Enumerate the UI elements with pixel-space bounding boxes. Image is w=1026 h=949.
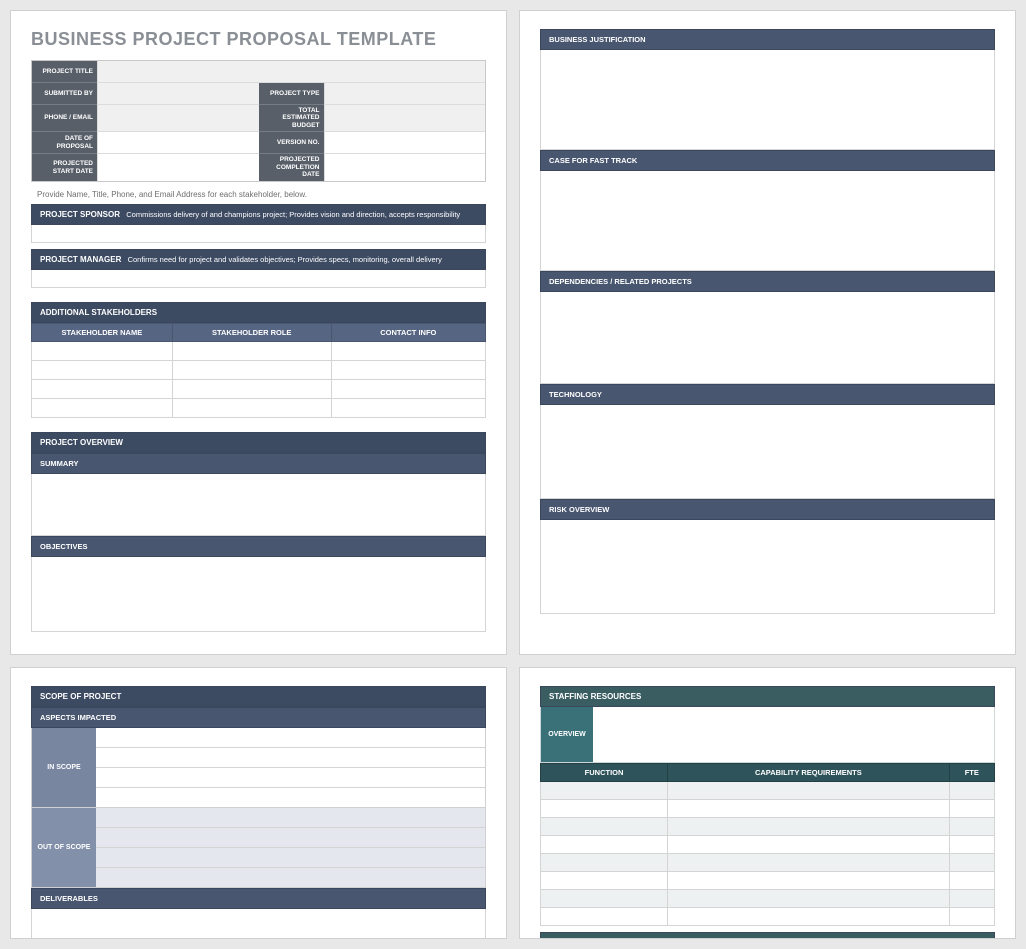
table-row[interactable]	[541, 908, 995, 926]
overview-row: OVERVIEW	[540, 707, 995, 763]
stakeholders-header: ADDITIONAL STAKEHOLDERS	[31, 302, 486, 323]
input-fast-track[interactable]	[540, 171, 995, 271]
input-date-of-proposal[interactable]	[97, 132, 259, 154]
risk-overview-header: RISK OVERVIEW	[540, 499, 995, 520]
input-overview[interactable]	[593, 707, 994, 762]
staffing-header: STAFFING RESOURCES	[540, 686, 995, 707]
table-row[interactable]	[541, 890, 995, 908]
table-row[interactable]	[32, 398, 486, 417]
out-scope-lines[interactable]	[96, 808, 485, 887]
project-overview-header: PROJECT OVERVIEW	[31, 432, 486, 453]
input-phone-email[interactable]	[97, 105, 259, 132]
label-project-type: PROJECT TYPE	[259, 83, 324, 105]
col-fte: FTE	[949, 764, 994, 782]
table-row[interactable]	[541, 818, 995, 836]
label-date-of-proposal: DATE OF PROPOSAL	[32, 132, 97, 154]
table-row[interactable]	[541, 872, 995, 890]
input-deliverables[interactable]	[31, 909, 486, 939]
label-submitted-by: SUBMITTED BY	[32, 83, 97, 105]
deliverables-header: DELIVERABLES	[31, 888, 486, 909]
project-manager-label: PROJECT MANAGER	[40, 255, 121, 264]
document-title: BUSINESS PROJECT PROPOSAL TEMPLATE	[31, 29, 486, 50]
info-grid: PROJECT TITLE SUBMITTED BY PROJECT TYPE …	[31, 60, 486, 182]
input-projected-start[interactable]	[97, 154, 259, 180]
budget-header: PROJECT BUDGET / COST OVERVIEW	[540, 932, 995, 939]
objectives-header: OBJECTIVES	[31, 536, 486, 557]
stakeholders-table: STAKEHOLDER NAME STAKEHOLDER ROLE CONTAC…	[31, 323, 486, 418]
project-sponsor-bar: PROJECT SPONSOR Commissions delivery of …	[31, 204, 486, 225]
table-row[interactable]	[32, 379, 486, 398]
table-row[interactable]	[541, 854, 995, 872]
in-scope-label: IN SCOPE	[32, 728, 96, 807]
input-project-sponsor[interactable]	[31, 225, 486, 243]
dependencies-header: DEPENDENCIES / RELATED PROJECTS	[540, 271, 995, 292]
input-objectives[interactable]	[31, 557, 486, 632]
label-version-no: VERSION NO.	[259, 132, 324, 154]
table-row[interactable]	[32, 341, 486, 360]
table-row[interactable]	[541, 836, 995, 854]
col-capability: CAPABILITY REQUIREMENTS	[668, 764, 950, 782]
summary-header: SUMMARY	[31, 453, 486, 474]
input-technology[interactable]	[540, 405, 995, 499]
input-business-justification[interactable]	[540, 50, 995, 150]
out-scope-row: OUT OF SCOPE	[31, 808, 486, 888]
input-dependencies[interactable]	[540, 292, 995, 384]
in-scope-row: IN SCOPE	[31, 728, 486, 808]
input-projected-completion[interactable]	[324, 154, 486, 180]
col-function: FUNCTION	[541, 764, 668, 782]
scope-header: SCOPE OF PROJECT	[31, 686, 486, 707]
technology-header: TECHNOLOGY	[540, 384, 995, 405]
input-project-title[interactable]	[97, 61, 485, 83]
label-project-title: PROJECT TITLE	[32, 61, 97, 83]
business-justification-header: BUSINESS JUSTIFICATION	[540, 29, 995, 50]
input-project-type[interactable]	[324, 83, 486, 105]
stakeholder-caption: Provide Name, Title, Phone, and Email Ad…	[37, 190, 484, 199]
overview-label: OVERVIEW	[541, 707, 593, 762]
page-2: BUSINESS JUSTIFICATION CASE FOR FAST TRA…	[519, 10, 1016, 655]
out-scope-label: OUT OF SCOPE	[32, 808, 96, 887]
fast-track-header: CASE FOR FAST TRACK	[540, 150, 995, 171]
page-1: BUSINESS PROJECT PROPOSAL TEMPLATE PROJE…	[10, 10, 507, 655]
project-manager-bar: PROJECT MANAGER Confirms need for projec…	[31, 249, 486, 270]
input-submitted-by[interactable]	[97, 83, 259, 105]
col-contact-info: CONTACT INFO	[331, 323, 485, 341]
staffing-table: FUNCTION CAPABILITY REQUIREMENTS FTE	[540, 763, 995, 926]
col-stakeholder-name: STAKEHOLDER NAME	[32, 323, 173, 341]
in-scope-lines[interactable]	[96, 728, 485, 807]
col-stakeholder-role: STAKEHOLDER ROLE	[172, 323, 331, 341]
input-version-no[interactable]	[324, 132, 486, 154]
table-row[interactable]	[541, 800, 995, 818]
input-summary[interactable]	[31, 474, 486, 536]
label-total-budget: TOTAL ESTIMATED BUDGET	[259, 105, 324, 132]
page-3: SCOPE OF PROJECT ASPECTS IMPACTED IN SCO…	[10, 667, 507, 939]
page-4: STAFFING RESOURCES OVERVIEW FUNCTION CAP…	[519, 667, 1016, 939]
input-project-manager[interactable]	[31, 270, 486, 288]
input-risk-overview[interactable]	[540, 520, 995, 614]
label-phone-email: PHONE / EMAIL	[32, 105, 97, 132]
project-sponsor-desc: Commissions delivery of and champions pr…	[126, 210, 460, 219]
input-total-budget[interactable]	[324, 105, 486, 132]
table-row[interactable]	[32, 360, 486, 379]
label-projected-start: PROJECTED START DATE	[32, 154, 97, 180]
aspects-header: ASPECTS IMPACTED	[31, 707, 486, 728]
project-manager-desc: Confirms need for project and validates …	[128, 255, 442, 264]
table-row[interactable]	[541, 782, 995, 800]
label-projected-completion: PROJECTED COMPLETION DATE	[259, 154, 324, 180]
project-sponsor-label: PROJECT SPONSOR	[40, 210, 120, 219]
